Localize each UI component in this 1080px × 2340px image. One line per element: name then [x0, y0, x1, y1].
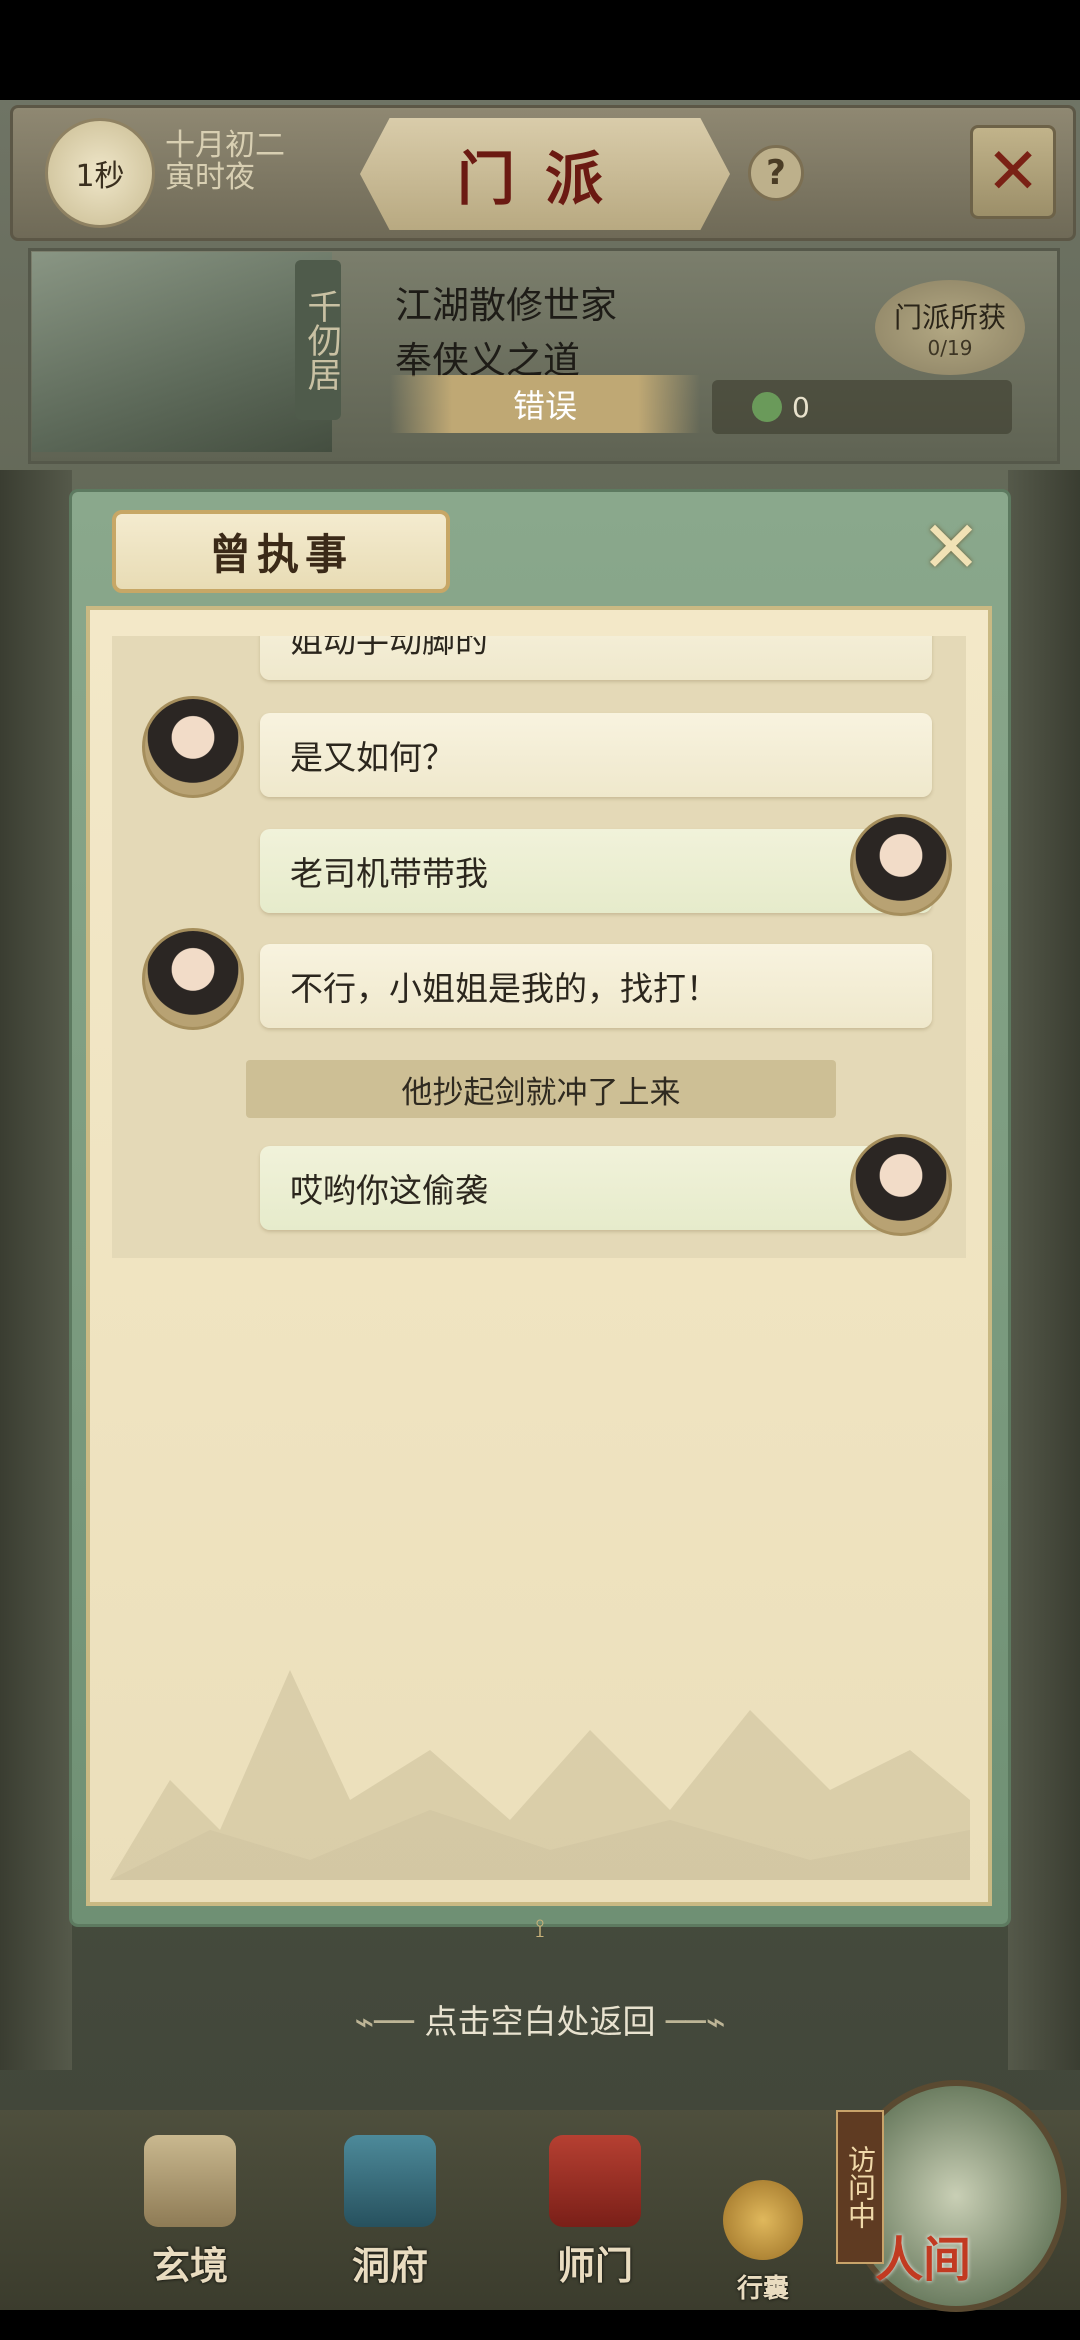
chat-message-bubble: 不行，小姐姐是我的，找打！	[260, 944, 932, 1028]
dialog-bottom-ornament: ⟟	[535, 1914, 545, 1944]
coin-icon	[752, 392, 782, 422]
nav-item-bag[interactable]: 行囊	[708, 2180, 818, 2340]
nav-item-dongfu[interactable]: 洞府	[325, 2135, 455, 2295]
female-avatar	[142, 928, 244, 1030]
chat-message-bubble: 老司机带带我	[260, 829, 932, 913]
narration-line: 他抄起剑就冲了上来	[246, 1060, 836, 1118]
chat-message-bubble: 哎哟你这偷袭	[260, 1146, 932, 1230]
scroll-ornament-left: ⌁──	[354, 2002, 414, 2041]
right-background-strip	[1008, 470, 1080, 2070]
chat-log[interactable]: 姐动手动脚的 是又如何？ 老司机带带我 不行，小姐姐是我的，找打！ 他抄起剑就冲…	[112, 636, 966, 1258]
close-icon: ✕	[920, 505, 982, 589]
coin-count: 0	[792, 390, 810, 424]
page-title-plate: 门派	[360, 118, 730, 230]
page-title: 门派	[456, 145, 633, 213]
mountain-landscape-decoration	[110, 1670, 970, 1880]
male-avatar	[850, 814, 952, 916]
male-avatar	[850, 1134, 952, 1236]
left-background-strip	[0, 470, 72, 2070]
sect-scenery-image	[32, 252, 332, 452]
tap-blank-to-return-hint[interactable]: ⌁── 点击空白处返回 ──⌁	[200, 1995, 880, 2043]
nav-label: 洞府	[351, 2243, 428, 2288]
harvest-count: 0/19	[927, 335, 973, 360]
close-page-button[interactable]: ✕	[970, 125, 1056, 219]
back-hint-text: 点击空白处返回	[424, 2002, 656, 2041]
help-button[interactable]: ?	[748, 145, 804, 201]
pavilion-icon	[344, 2135, 436, 2227]
timer-indicator: 1秒	[45, 118, 155, 228]
nav-label: 师门	[556, 2243, 633, 2288]
nav-label: 玄境	[151, 2243, 228, 2288]
nav-label: 行囊	[736, 2274, 789, 2304]
dialog-title: 曾执事	[208, 530, 353, 579]
date-line-1: 十月初二	[165, 128, 285, 163]
sect-name-vertical: 千仞居	[295, 260, 341, 420]
pouch-icon	[723, 2180, 803, 2260]
harvest-label: 门派所获	[893, 300, 1006, 334]
sect-description-line-1: 江湖散修世家	[395, 284, 617, 327]
chat-message-bubble: 姐动手动脚的	[260, 636, 932, 680]
dialog-title-plate: 曾执事	[112, 510, 450, 593]
coin-counter: 0	[712, 380, 1012, 434]
scroll-ornament-right: ──⌁	[666, 2002, 726, 2041]
error-label: 错误	[390, 375, 700, 433]
female-avatar	[142, 696, 244, 798]
game-date: 十月初二 寅时夜	[165, 130, 325, 194]
nav-item-shimen[interactable]: 师门	[530, 2135, 660, 2295]
crossed-swords-icon: ✕	[986, 135, 1040, 209]
dialog-close-button[interactable]: ✕	[916, 505, 986, 589]
nav-item-xuanjing[interactable]: 玄境	[125, 2135, 255, 2295]
sect-harvest-button[interactable]: 门派所获 0/19	[875, 280, 1025, 375]
banner-flag-icon	[549, 2135, 641, 2227]
world-label: 人间	[875, 2232, 972, 2288]
date-line-2: 寅时夜	[165, 160, 255, 195]
scroll-icon	[144, 2135, 236, 2227]
chat-message-bubble: 是又如何？	[260, 713, 932, 797]
